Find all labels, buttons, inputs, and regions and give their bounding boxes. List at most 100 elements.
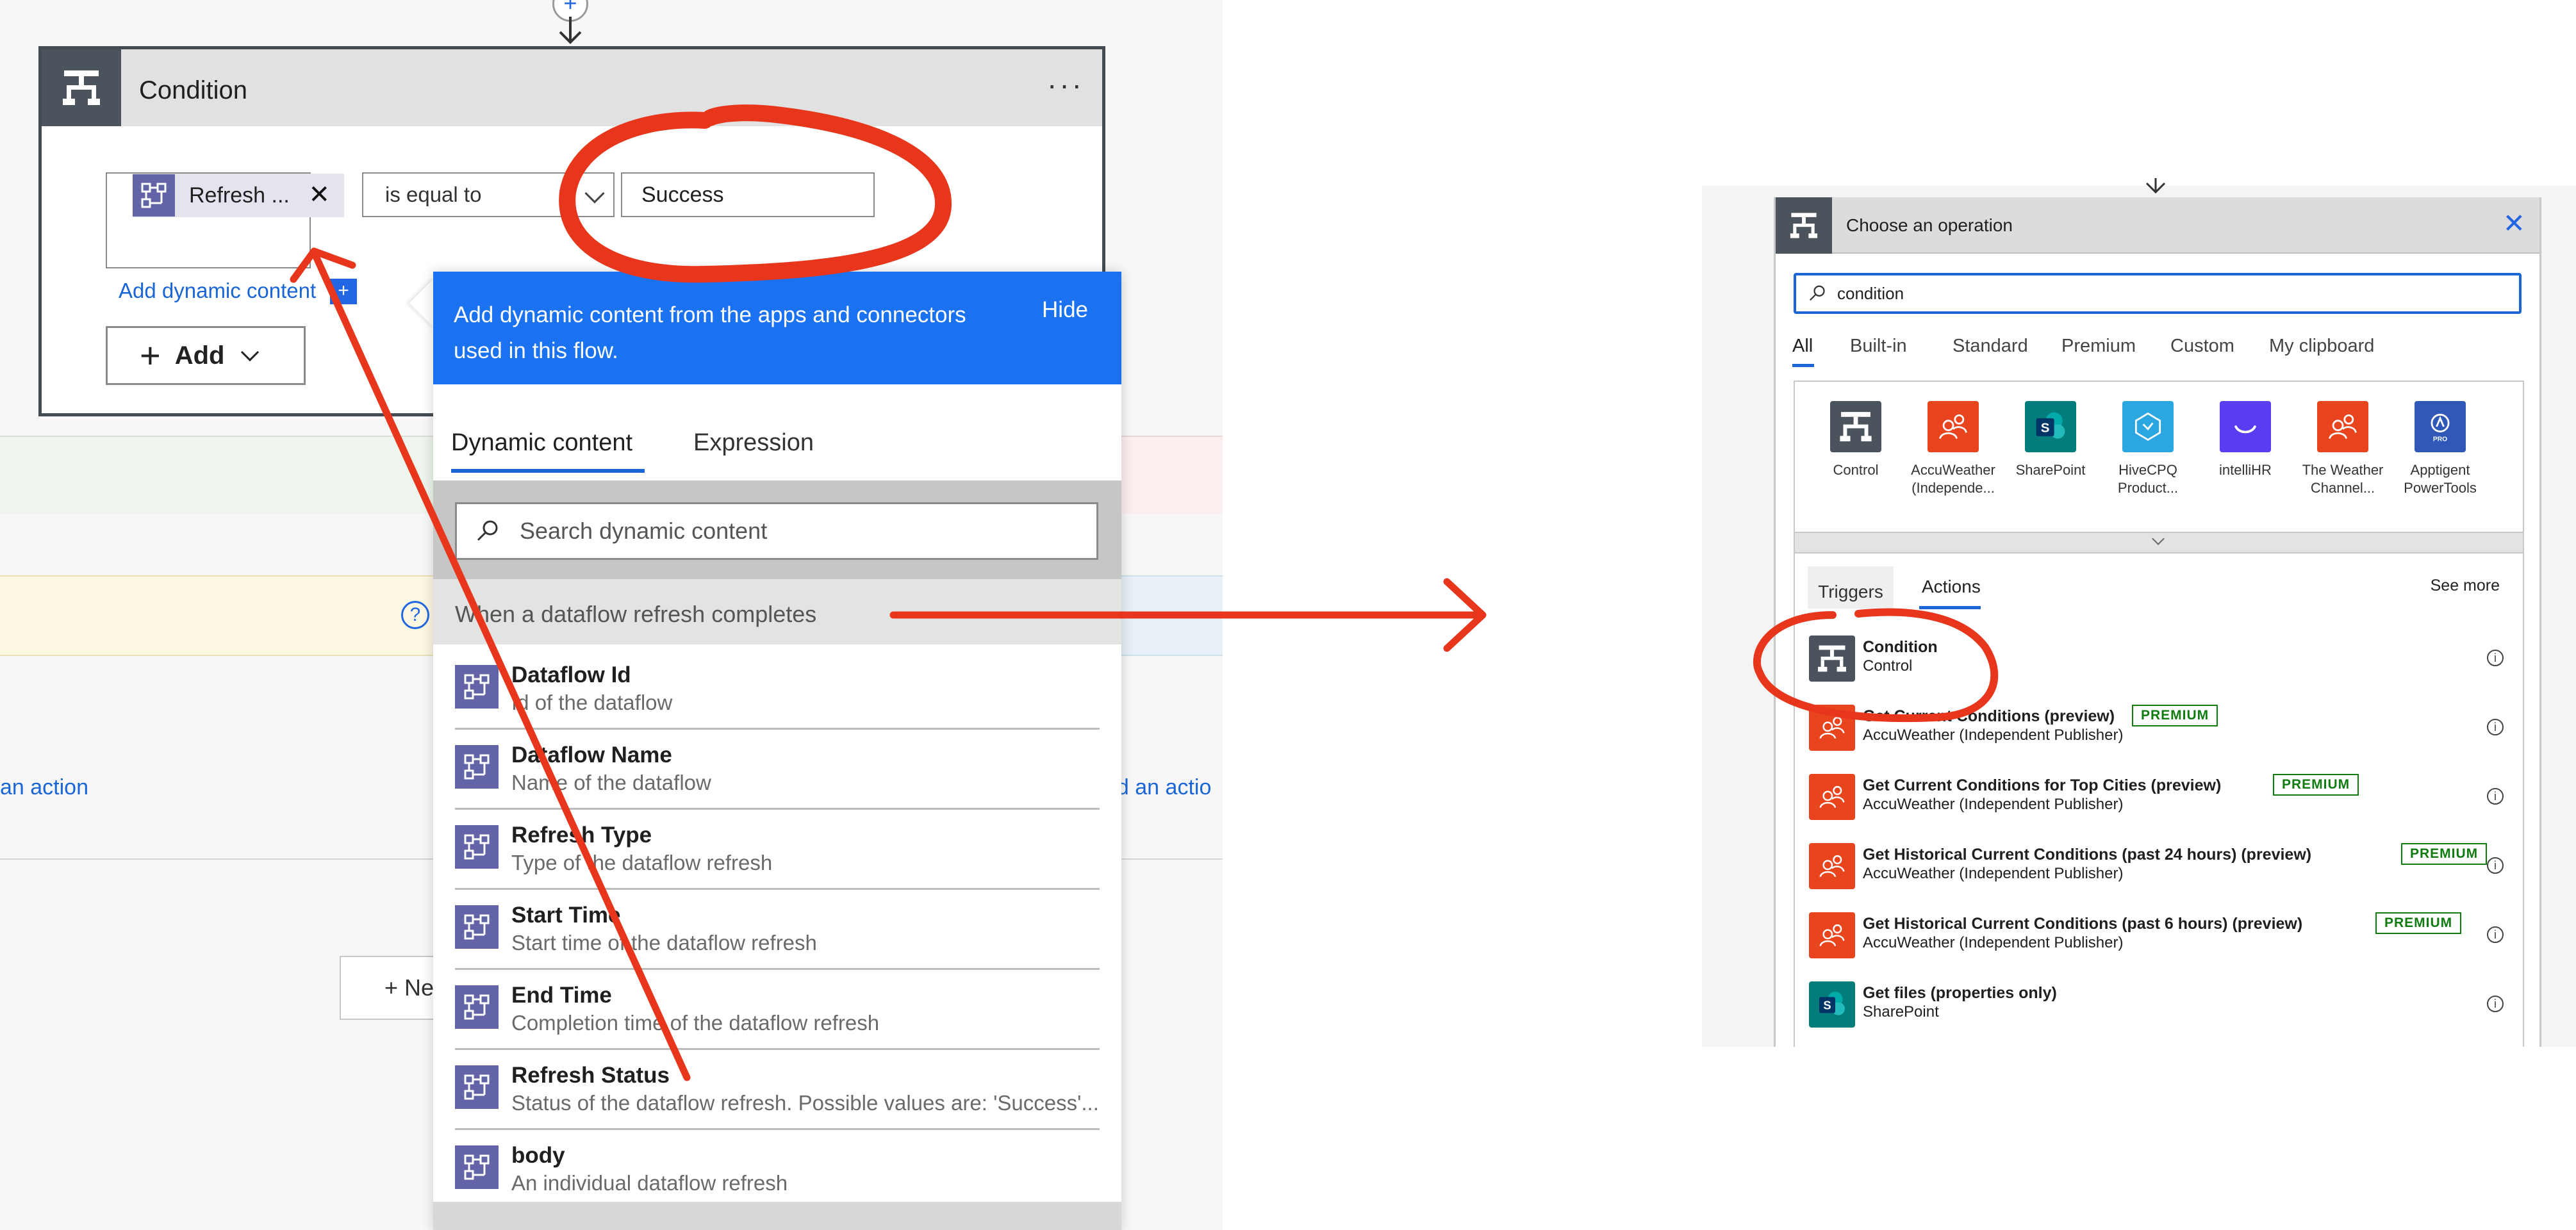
- dataflow-icon: [455, 1065, 499, 1109]
- premium-badge: PREMIUM: [2401, 843, 2488, 865]
- accuweather-icon: [1809, 705, 1855, 751]
- active-tab-indicator: [451, 469, 645, 473]
- operation-result-item[interactable]: Get Current Conditions for Top Cities (p…: [1809, 767, 2514, 829]
- connector-tile[interactable]: AccuWeather (Independe...: [1905, 401, 2001, 497]
- connector-name: Apptigent: [2410, 462, 2470, 478]
- connector-name: intelliHR: [2219, 462, 2272, 478]
- trigger-section-title: When a dataflow refresh completes: [455, 601, 817, 627]
- item-title: Dataflow Name: [511, 742, 672, 767]
- condition-value-input[interactable]: Success: [621, 172, 875, 217]
- item-description: Status of the dataflow refresh. Possible…: [511, 1091, 1099, 1115]
- condition-header[interactable]: Condition ···: [42, 49, 1102, 126]
- hide-button[interactable]: Hide: [1042, 297, 1088, 323]
- close-icon[interactable]: ✕: [308, 180, 330, 209]
- info-icon[interactable]: i: [2487, 788, 2504, 805]
- dynamic-content-item[interactable]: End Time Completion time of the dataflow …: [455, 970, 1100, 1050]
- connector-tile[interactable]: S SharePoint: [2002, 401, 2099, 479]
- see-more-link[interactable]: See more: [2431, 577, 2500, 595]
- dataflow-icon: [455, 905, 499, 949]
- dynamic-content-list: Dataflow Id Id of the dataflow Dataflow Na…: [433, 650, 1121, 1210]
- accuweather-icon: [1928, 401, 1979, 452]
- close-icon[interactable]: ✕: [2503, 208, 2525, 239]
- item-description: An individual dataflow refresh: [511, 1171, 788, 1195]
- item-title: Refresh Type: [511, 823, 652, 848]
- add-dynamic-plus-icon[interactable]: +: [330, 279, 357, 304]
- operation-result-item[interactable]: Get Historical Current Conditions (past …: [1809, 906, 2514, 967]
- dynamic-content-item[interactable]: Dataflow Id Id of the dataflow: [455, 650, 1100, 730]
- result-title: Get Historical Current Conditions (past …: [1863, 915, 2303, 933]
- info-icon[interactable]: i: [2487, 650, 2504, 666]
- accuweather-icon: [1809, 843, 1855, 889]
- tab-my-clipboard[interactable]: My clipboard: [2269, 336, 2374, 357]
- down-arrow-icon: [2145, 178, 2166, 194]
- premium-badge: PREMIUM: [2132, 705, 2218, 726]
- tab-premium[interactable]: Premium: [2061, 336, 2136, 357]
- operation-result-item[interactable]: Get Historical Current Conditions (past …: [1809, 837, 2514, 898]
- operation-result-item[interactable]: Condition Control i: [1809, 629, 2514, 691]
- premium-badge: PREMIUM: [2273, 774, 2359, 796]
- tab-dynamic-content[interactable]: Dynamic content: [451, 429, 632, 457]
- tab-triggers[interactable]: Triggers: [1808, 566, 1894, 609]
- connector-name: Control: [1833, 462, 1879, 478]
- add-dynamic-content-link[interactable]: Add dynamic content: [119, 279, 316, 303]
- condition-title: Condition: [139, 76, 248, 104]
- connector-name-line2: PowerTools: [2404, 480, 2477, 496]
- dynamic-content-item[interactable]: Start Time Start time of the dataflow ref…: [455, 890, 1100, 970]
- chevron-down-icon: [241, 343, 260, 362]
- operation-results: Triggers Actions See more Condition Contr…: [1794, 554, 2524, 1047]
- operation-search-value: condition: [1837, 283, 1904, 303]
- connector-name-line2: (Independe...: [1911, 480, 1995, 496]
- info-icon[interactable]: i: [2487, 926, 2504, 943]
- apptigent-icon: PRO: [2415, 401, 2466, 452]
- operator-select[interactable]: is equal to: [362, 172, 615, 217]
- result-title: Get Current Conditions for Top Cities (p…: [1863, 776, 2222, 794]
- item-description: Type of the dataflow refresh: [511, 851, 773, 874]
- info-icon[interactable]: i: [2487, 996, 2504, 1012]
- expand-connectors-bar[interactable]: [1794, 532, 2524, 554]
- result-connector: AccuWeather (Independent Publisher): [1863, 865, 2124, 882]
- operation-result-item[interactable]: Get Current Conditions (preview) AccuWeat…: [1809, 698, 2514, 760]
- dataflow-icon: [133, 174, 175, 217]
- tab-expression[interactable]: Expression: [693, 429, 814, 457]
- tab-custom[interactable]: Custom: [2170, 336, 2234, 357]
- flow-designer-canvas: ? an action dd an actio + Ne + Condition: [0, 0, 1223, 1230]
- connector-tile[interactable]: HiveCPQ Product...: [2100, 401, 2196, 497]
- dynamic-content-item[interactable]: Refresh Status Status of the dataflow ref…: [455, 1050, 1100, 1130]
- connector-tile[interactable]: Control: [1808, 401, 1904, 479]
- tab-all[interactable]: All: [1792, 336, 1813, 357]
- dynamic-content-item[interactable]: body An individual dataflow refresh: [455, 1130, 1100, 1210]
- tab-actions[interactable]: Actions: [1922, 577, 1981, 597]
- control-icon: [1809, 636, 1855, 682]
- add-action-link-yes[interactable]: an action: [0, 775, 88, 800]
- dynamic-search-placeholder: Search dynamic content: [520, 518, 768, 544]
- add-row-button[interactable]: + Add: [106, 326, 306, 385]
- connector-name: HiveCPQ: [2118, 462, 2177, 478]
- tab-built-in[interactable]: Built-in: [1850, 336, 1907, 357]
- operation-search-input[interactable]: condition: [1794, 273, 2522, 314]
- dynamic-content-token[interactable]: Refresh ... ✕: [133, 174, 344, 217]
- connector-tile[interactable]: The Weather Channel...: [2295, 401, 2391, 497]
- connector-name: The Weather: [2302, 462, 2384, 478]
- dynamic-panel-header: Add dynamic content from the apps and co…: [433, 272, 1121, 384]
- info-icon[interactable]: i: [2487, 857, 2504, 874]
- tab-standard[interactable]: Standard: [1953, 336, 2028, 357]
- operation-result-item[interactable]: S Get files (properties only) SharePoint i: [1809, 975, 2514, 1037]
- dynamic-search-input[interactable]: Search dynamic content: [455, 502, 1098, 560]
- result-connector: Control: [1863, 657, 1913, 675]
- chevron-down-icon: [2152, 532, 2165, 545]
- control-icon: [1776, 197, 1832, 254]
- dataflow-icon: [455, 665, 499, 709]
- condition-left-operand[interactable]: Refresh ... ✕: [106, 172, 344, 268]
- dynamic-content-item[interactable]: Refresh Type Type of the dataflow refresh: [455, 810, 1100, 890]
- svg-text:S: S: [2041, 420, 2050, 435]
- result-title: Get files (properties only): [1863, 984, 2057, 1002]
- info-icon[interactable]: i: [2487, 719, 2504, 735]
- help-icon[interactable]: ?: [401, 601, 429, 629]
- trigger-section-header[interactable]: When a dataflow refresh completes: [433, 579, 1121, 644]
- dynamic-content-item[interactable]: Dataflow Name Name of the dataflow: [455, 730, 1100, 810]
- dynamic-content-panel: Add dynamic content from the apps and co…: [433, 272, 1121, 1230]
- connector-tile[interactable]: intelliHR: [2197, 401, 2293, 479]
- result-title: Get Current Conditions (preview): [1863, 707, 2115, 725]
- connector-tile[interactable]: PRO Apptigent PowerTools: [2392, 401, 2488, 497]
- more-options-icon[interactable]: ···: [1047, 67, 1084, 102]
